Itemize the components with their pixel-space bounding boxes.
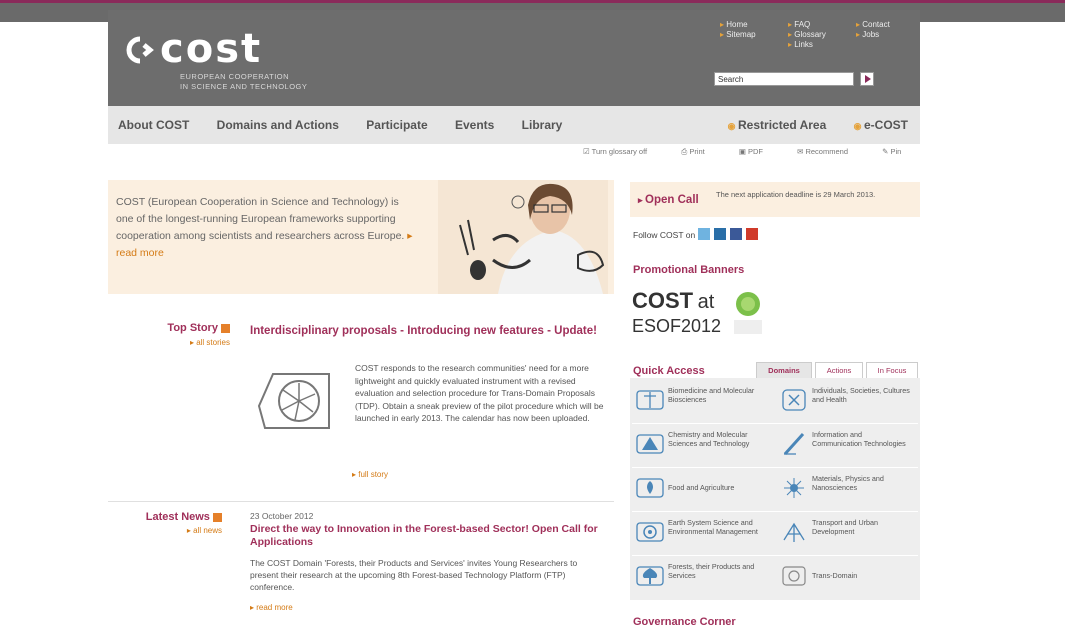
food-agriculture-icon <box>636 478 664 498</box>
logo-ring-icon <box>126 36 154 64</box>
logo-subtitle: EUROPEAN COOPERATION IN SCIENCE AND TECH… <box>180 72 308 91</box>
domain-materials-physics[interactable]: Materials, Physics and Nanosciences <box>776 470 916 510</box>
nav-library[interactable]: Library <box>522 118 563 132</box>
domain-trans-domain[interactable]: Trans-Domain <box>776 558 916 598</box>
news-date: 23 October 2012 <box>250 511 314 521</box>
tool-glossary[interactable]: ☑ Turn glossary off <box>583 147 663 156</box>
open-call-title[interactable]: Open Call <box>638 194 699 206</box>
link-home[interactable]: Home <box>720 20 756 30</box>
domain-chemistry[interactable]: Chemistry and Molecular Sciences and Tec… <box>632 426 772 466</box>
cost-logo[interactable]: cost EUROPEAN COOPERATION IN SCIENCE AND… <box>120 26 307 92</box>
nav-restricted-area[interactable]: Restricted Area <box>728 118 827 132</box>
link-jobs[interactable]: Jobs <box>856 30 890 40</box>
forests-icon <box>636 566 664 586</box>
materials-icon <box>784 478 804 498</box>
youtube-icon[interactable] <box>746 228 758 240</box>
link-contact[interactable]: Contact <box>856 20 890 30</box>
separator <box>632 555 918 556</box>
tool-pdf[interactable]: ▣ PDF <box>739 147 779 156</box>
twitter-icon[interactable] <box>698 228 710 240</box>
governance-corner-heading: Governance Corner <box>633 616 736 628</box>
full-story-link[interactable]: ▸ full story <box>352 470 388 479</box>
tool-print[interactable]: ⎙ Print <box>681 147 721 156</box>
nav-e-cost[interactable]: e-COST <box>854 118 908 132</box>
rss-icon[interactable] <box>221 323 230 333</box>
logo-wordmark: cost <box>160 26 263 72</box>
quick-access-heading: Quick Access <box>633 365 705 377</box>
ict-icon <box>783 432 805 456</box>
facebook-icon[interactable] <box>730 228 742 240</box>
search-submit-button[interactable] <box>860 72 874 86</box>
all-news-link[interactable]: ▸ all news <box>108 526 222 535</box>
nav-about-cost[interactable]: About COST <box>118 118 189 132</box>
latest-news-heading: Latest News ▸ all news <box>108 511 222 535</box>
nav-participate[interactable]: Participate <box>366 118 427 132</box>
individuals-icon <box>782 389 806 411</box>
domain-biomedicine[interactable]: Biomedicine and Molecular Biosciences <box>632 382 772 422</box>
news-title[interactable]: Direct the way to Innovation in the Fore… <box>250 523 600 549</box>
tool-pin[interactable]: ✎ Pin <box>882 147 917 156</box>
transport-icon <box>783 522 805 542</box>
news-read-more-link[interactable]: ▸ read more <box>250 603 293 612</box>
top-story-heading: Top Story ▸ all stories <box>130 322 230 347</box>
chemistry-icon <box>636 434 664 454</box>
separator <box>632 511 918 512</box>
follow-cost-label: Follow COST on <box>633 230 696 240</box>
earth-system-icon <box>636 522 664 542</box>
rss-icon[interactable] <box>213 512 222 522</box>
search-input[interactable]: Search <box>714 72 854 86</box>
trans-domain-icon <box>257 373 330 429</box>
divider <box>108 501 614 502</box>
domain-individuals-societies[interactable]: Individuals, Societies, Cultures and Hea… <box>776 382 916 422</box>
link-faq[interactable]: FAQ <box>788 20 826 30</box>
domain-transport-urban[interactable]: Transport and Urban Development <box>776 514 916 554</box>
page-tools: ☑ Turn glossary off ⎙ Print ▣ PDF ✉ Reco… <box>583 147 933 157</box>
link-sitemap[interactable]: Sitemap <box>720 30 755 40</box>
biomedicine-icon <box>636 390 664 410</box>
domain-food-agriculture[interactable]: Food and Agriculture <box>632 470 772 510</box>
main-nav: About COST Domains and Actions Participa… <box>108 106 920 144</box>
nav-events[interactable]: Events <box>455 118 494 132</box>
nav-domains-actions[interactable]: Domains and Actions <box>217 118 339 132</box>
open-call-box[interactable]: Open Call The next application deadline … <box>630 182 920 217</box>
top-story-body: COST responds to the research communitie… <box>355 363 604 423</box>
all-stories-link[interactable]: ▸ all stories <box>130 338 230 347</box>
intro-photo <box>438 180 608 294</box>
intro-text: COST (European Cooperation in Science an… <box>116 196 413 259</box>
open-call-text: The next application deadline is 29 Marc… <box>716 190 876 199</box>
tab-domains[interactable]: Domains <box>756 362 812 378</box>
tab-in-focus[interactable]: In Focus <box>866 362 918 378</box>
tab-actions[interactable]: Actions <box>815 362 863 378</box>
separator <box>632 467 918 468</box>
domain-ict[interactable]: Information and Communication Technologi… <box>776 426 916 466</box>
promotional-banners-heading: Promotional Banners <box>633 264 745 276</box>
esof-dublin-logo <box>734 292 762 334</box>
tool-recommend[interactable]: ✉ Recommend <box>797 147 864 156</box>
link-links[interactable]: Links <box>788 40 826 50</box>
linkedin-icon[interactable] <box>714 228 726 240</box>
domain-forests[interactable]: Forests, their Products and Services <box>632 558 772 598</box>
domain-earth-system[interactable]: Earth System Science and Environmental M… <box>632 514 772 554</box>
link-glossary[interactable]: Glossary <box>788 30 826 40</box>
news-body: The COST Domain 'Forests, their Products… <box>250 558 578 592</box>
esof-banner[interactable]: COST at ESOF2012 <box>632 288 721 337</box>
top-story-title[interactable]: Interdisciplinary proposals - Introducin… <box>250 324 600 338</box>
intro-banner: COST (European Cooperation in Science an… <box>108 180 614 294</box>
trans-domain-small-icon <box>782 566 806 586</box>
separator <box>632 423 918 424</box>
